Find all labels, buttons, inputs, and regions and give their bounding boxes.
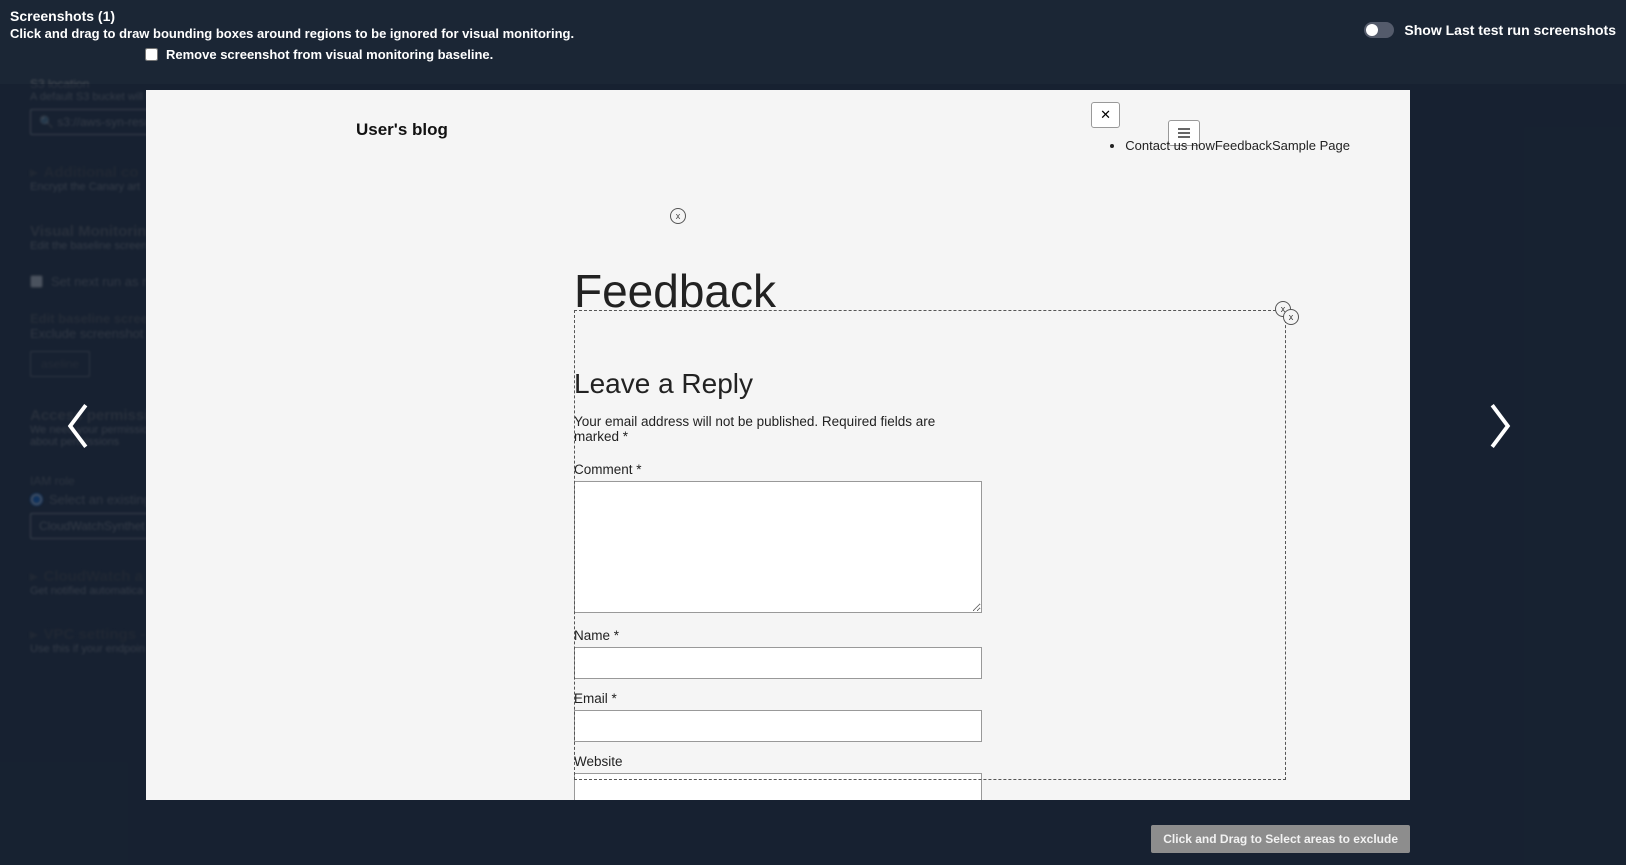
- blog-site-title: User's blog: [356, 120, 1168, 140]
- editor-topbar: Screenshots (1) Click and drag to draw b…: [0, 0, 1626, 70]
- drag-hint-tooltip: Click and Drag to Select areas to exclud…: [1151, 825, 1410, 853]
- nav-feedback-link[interactable]: Feedback: [1215, 138, 1272, 153]
- screenshots-instructions: Click and drag to draw bounding boxes ar…: [10, 26, 574, 41]
- loading-indicator: x: [146, 206, 1310, 224]
- nav-sample-link[interactable]: Sample Page: [1272, 138, 1350, 153]
- show-last-run-toggle[interactable]: [1364, 22, 1394, 38]
- remove-screenshot-checkbox[interactable]: [145, 48, 158, 61]
- remove-screenshot-label: Remove screenshot from visual monitoring…: [166, 47, 493, 62]
- next-screenshot-button[interactable]: [1484, 400, 1516, 457]
- exclusion-region[interactable]: x x: [574, 310, 1286, 780]
- topbar-left: Screenshots (1) Click and drag to draw b…: [10, 8, 574, 62]
- chevron-right-icon: [1484, 400, 1516, 452]
- chevron-left-icon: [62, 400, 94, 452]
- previous-screenshot-button[interactable]: [62, 400, 94, 457]
- spinner-badge-icon: x: [670, 208, 686, 224]
- topbar-right: Show Last test run screenshots: [1364, 8, 1616, 38]
- screenshots-count-title: Screenshots (1): [10, 8, 574, 24]
- blog-nav-links: Contact us nowFeedbackSample Page: [1125, 138, 1350, 153]
- exclusion-resize-handle[interactable]: x: [1283, 309, 1299, 325]
- screenshot-canvas[interactable]: ✕ User's blog Contact us nowFeedbackSamp…: [146, 90, 1410, 800]
- show-last-run-label: Show Last test run screenshots: [1404, 22, 1616, 38]
- nav-contact-link[interactable]: Contact us now: [1125, 138, 1215, 153]
- remove-screenshot-row: Remove screenshot from visual monitoring…: [10, 47, 574, 62]
